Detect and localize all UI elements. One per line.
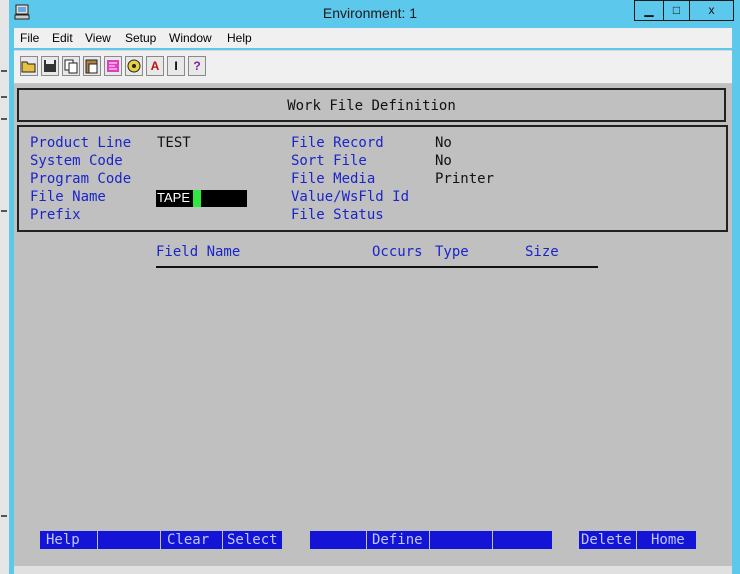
toolbar: A I ? — [14, 50, 732, 84]
label-program-code: Program Code — [30, 171, 132, 187]
fkey-define[interactable]: Define — [367, 531, 430, 549]
label-file-record: File Record — [291, 135, 384, 151]
open-button[interactable] — [20, 56, 38, 76]
label-value-wsfld-id: Value/WsFld Id — [291, 189, 410, 205]
text-cursor — [193, 190, 201, 207]
font-button[interactable]: A — [146, 56, 164, 76]
fkey-home[interactable]: Home — [637, 531, 697, 549]
fkey-select[interactable]: Select — [223, 531, 283, 549]
macro-icon — [107, 60, 119, 72]
window-title: Environment: 1 — [322, 5, 418, 21]
fkey-blank-7[interactable] — [430, 531, 493, 549]
open-folder-icon — [21, 61, 36, 73]
keymap-button[interactable] — [125, 56, 143, 76]
value-file-media: Printer — [435, 171, 495, 187]
cursor-button[interactable]: I — [167, 56, 185, 76]
maximize-icon: □ — [672, 3, 681, 17]
copy-button[interactable] — [62, 56, 80, 76]
label-product-line: Product Line — [30, 135, 132, 151]
column-size: Size — [525, 244, 559, 260]
value-product-line: TEST — [157, 135, 191, 151]
menu-window[interactable]: Window — [169, 31, 212, 45]
keymap-icon — [127, 59, 141, 73]
edge-mark — [1, 118, 7, 120]
cursor-icon: I — [174, 59, 178, 73]
edge-mark — [1, 96, 7, 98]
minimize-button[interactable]: ▁ — [634, 0, 664, 21]
paste-icon — [85, 59, 98, 74]
label-system-code: System Code — [30, 153, 123, 169]
label-file-status: File Status — [291, 207, 384, 223]
label-file-media: File Media — [291, 171, 376, 187]
label-file-name: File Name — [30, 189, 106, 205]
fkey-help[interactable]: Help — [40, 531, 98, 549]
minimize-icon: ▁ — [644, 3, 654, 17]
font-icon: A — [150, 59, 160, 73]
status-bar — [14, 566, 732, 574]
fkey-blank-5[interactable] — [310, 531, 367, 549]
help-button[interactable]: ? — [188, 56, 206, 76]
fkey-delete[interactable]: Delete — [579, 531, 637, 549]
menu-bar: File Edit View Setup Window Help — [14, 28, 732, 48]
close-button[interactable]: x — [689, 0, 734, 21]
fkey-clear[interactable]: Clear — [161, 531, 223, 549]
screen-title: Work File Definition — [287, 98, 456, 114]
paste-button[interactable] — [83, 56, 101, 76]
edge-mark — [1, 515, 7, 517]
file-name-input[interactable]: TAPE — [156, 190, 247, 207]
label-prefix: Prefix — [30, 207, 81, 223]
label-sort-file: Sort File — [291, 153, 367, 169]
save-icon — [44, 60, 56, 72]
desktop-edge — [0, 0, 9, 574]
menu-edit[interactable]: Edit — [52, 31, 73, 45]
menu-file[interactable]: File — [20, 31, 39, 45]
close-icon: x — [708, 3, 715, 17]
menu-view[interactable]: View — [85, 31, 111, 45]
column-occurs: Occurs — [372, 244, 423, 260]
value-file-record: No — [435, 135, 452, 151]
file-name-value: TAPE — [157, 190, 190, 205]
help-icon: ? — [193, 59, 201, 73]
column-type: Type — [435, 244, 469, 260]
menu-help[interactable]: Help — [227, 31, 252, 45]
edge-mark — [1, 70, 7, 72]
fkey-blank-2[interactable] — [98, 531, 161, 549]
value-sort-file: No — [435, 153, 452, 169]
fkey-blank-8[interactable] — [493, 531, 553, 549]
column-field-name: Field Name — [156, 244, 241, 260]
maximize-button[interactable]: □ — [663, 0, 690, 21]
edge-mark — [1, 210, 7, 212]
save-button[interactable] — [41, 56, 59, 76]
column-header-rule — [156, 266, 598, 268]
copy-icon — [64, 59, 78, 74]
menu-setup[interactable]: Setup — [125, 31, 156, 45]
macro-button[interactable] — [104, 56, 122, 76]
